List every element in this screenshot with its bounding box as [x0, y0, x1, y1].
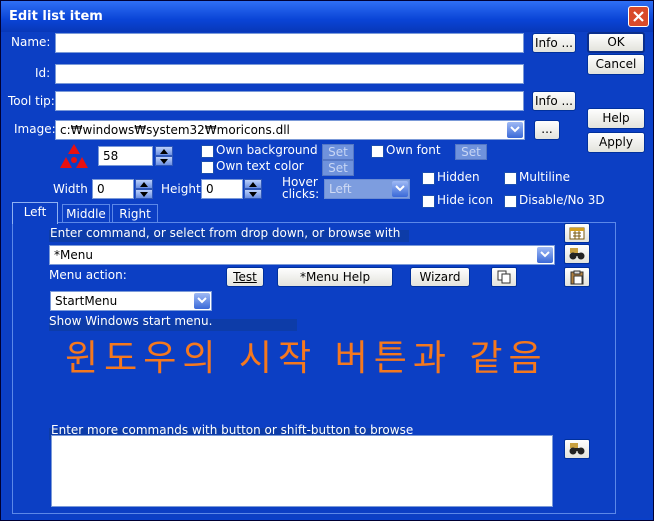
own-text-color-checkbox[interactable] [201, 161, 214, 174]
hover-clicks-value: Left [329, 182, 352, 196]
tab-right[interactable]: Right [112, 204, 158, 224]
calendar-button[interactable] [564, 223, 590, 243]
chevron-down-icon [395, 185, 405, 192]
icon-index-input[interactable]: 58 [98, 146, 153, 166]
hover-clicks-dropdown-button[interactable] [392, 181, 408, 197]
chevron-down-icon [197, 297, 207, 304]
tooltip-label: Tool tip: [8, 94, 55, 108]
menu-action-value: StartMenu [55, 294, 118, 308]
binoculars-icon [569, 248, 585, 260]
own-background-checkbox[interactable] [201, 145, 214, 158]
command-value: *Menu [54, 248, 93, 262]
chevron-down-icon [510, 126, 520, 133]
spin-down-icon[interactable] [155, 156, 173, 166]
spin-down-icon[interactable] [135, 189, 153, 199]
own-background-set-button[interactable]: Set [322, 144, 354, 160]
tooltip-info-button[interactable]: Info ... [532, 91, 576, 111]
name-info-button[interactable]: Info ... [532, 33, 576, 53]
image-path-dropdown-button[interactable] [507, 122, 523, 138]
spin-down-icon[interactable] [244, 189, 262, 199]
more-commands-textarea[interactable] [51, 435, 553, 507]
own-background-label: Own background [216, 143, 318, 157]
close-button[interactable] [628, 6, 649, 27]
tooltip-input[interactable] [55, 91, 524, 111]
hover-clicks-combo[interactable]: Left [324, 179, 410, 199]
hidden-label: Hidden [437, 170, 480, 184]
disable-3d-checkbox[interactable] [504, 195, 517, 208]
tab-left[interactable]: Left [12, 202, 58, 224]
clipboard-icon [570, 270, 584, 284]
menu-action-combo[interactable]: StartMenu [50, 291, 212, 311]
icon-index-spinner[interactable] [155, 146, 173, 166]
own-text-color-label: Own text color [216, 159, 304, 173]
name-label: Name: [11, 35, 51, 49]
width-spinner[interactable] [135, 179, 153, 199]
height-spinner[interactable] [244, 179, 262, 199]
browse-more-commands-button[interactable] [564, 439, 590, 459]
hide-icon-checkbox[interactable] [422, 195, 435, 208]
own-font-set-button[interactable]: Set [455, 144, 487, 160]
hover-clicks-label: Hover clicks: [282, 175, 320, 201]
spin-up-icon[interactable] [244, 179, 262, 189]
spin-up-icon[interactable] [135, 179, 153, 189]
height-label: Height [161, 182, 201, 196]
help-button[interactable]: Help [587, 108, 645, 129]
command-combo[interactable]: *Menu [49, 245, 555, 265]
image-path-combo[interactable]: c:₩windows₩system32₩moricons.dll [55, 120, 525, 140]
copy-icon [497, 270, 511, 284]
edit-list-item-dialog: Edit list item Name: Info ... Id: Tool t… [0, 0, 654, 521]
wizard-button[interactable]: Wizard [410, 267, 470, 287]
own-text-color-set-button[interactable]: Set [322, 160, 354, 176]
height-input[interactable]: 0 [201, 179, 243, 199]
korean-annotation: 윈도우의 시작 버튼과 같음 [65, 338, 548, 379]
image-path-value: c:₩windows₩system32₩moricons.dll [60, 123, 290, 137]
chevron-down-icon [540, 251, 550, 258]
disable-3d-label: Disable/No 3D [519, 193, 605, 207]
image-label: Image: [14, 122, 56, 136]
multiline-checkbox[interactable] [504, 172, 517, 185]
window-title: Edit list item [9, 9, 103, 24]
multiline-label: Multiline [519, 170, 570, 184]
apply-button[interactable]: Apply [587, 132, 645, 153]
test-button[interactable]: Test [226, 267, 264, 287]
paste-button[interactable] [564, 267, 590, 287]
width-input[interactable]: 0 [92, 179, 134, 199]
action-description: Show Windows start menu. [49, 314, 213, 328]
calendar-icon [569, 227, 585, 240]
dialog-body: Name: Info ... Id: Tool tip: Info ... Im… [4, 32, 650, 518]
title-bar: Edit list item [1, 1, 653, 32]
ok-button[interactable]: OK [587, 32, 645, 53]
menu-action-dropdown-button[interactable] [194, 293, 210, 309]
menu-help-button[interactable]: *Menu Help [277, 267, 393, 287]
close-icon [633, 11, 644, 22]
spin-up-icon[interactable] [155, 146, 173, 156]
own-font-label: Own font [386, 143, 441, 157]
hidden-checkbox[interactable] [422, 172, 435, 185]
hide-icon-label: Hide icon [437, 193, 494, 207]
name-input[interactable] [55, 33, 524, 53]
command-prompt-label: Enter command, or select from drop down,… [50, 226, 401, 240]
copy-button[interactable] [491, 267, 517, 287]
binoculars-icon [569, 443, 585, 455]
image-browse-button[interactable]: ... [534, 120, 560, 140]
id-input[interactable] [55, 64, 524, 84]
tab-middle[interactable]: Middle [62, 204, 110, 224]
id-label: Id: [35, 66, 51, 80]
browse-command-button[interactable] [564, 244, 590, 264]
command-dropdown-button[interactable] [537, 247, 553, 263]
tab-panel-left: Enter command, or select from drop down,… [12, 222, 616, 514]
cancel-button[interactable]: Cancel [587, 54, 645, 75]
image-preview-icon [60, 144, 88, 168]
menu-action-label: Menu action: [49, 268, 127, 282]
own-font-checkbox[interactable] [371, 145, 384, 158]
width-label: Width [53, 182, 88, 196]
